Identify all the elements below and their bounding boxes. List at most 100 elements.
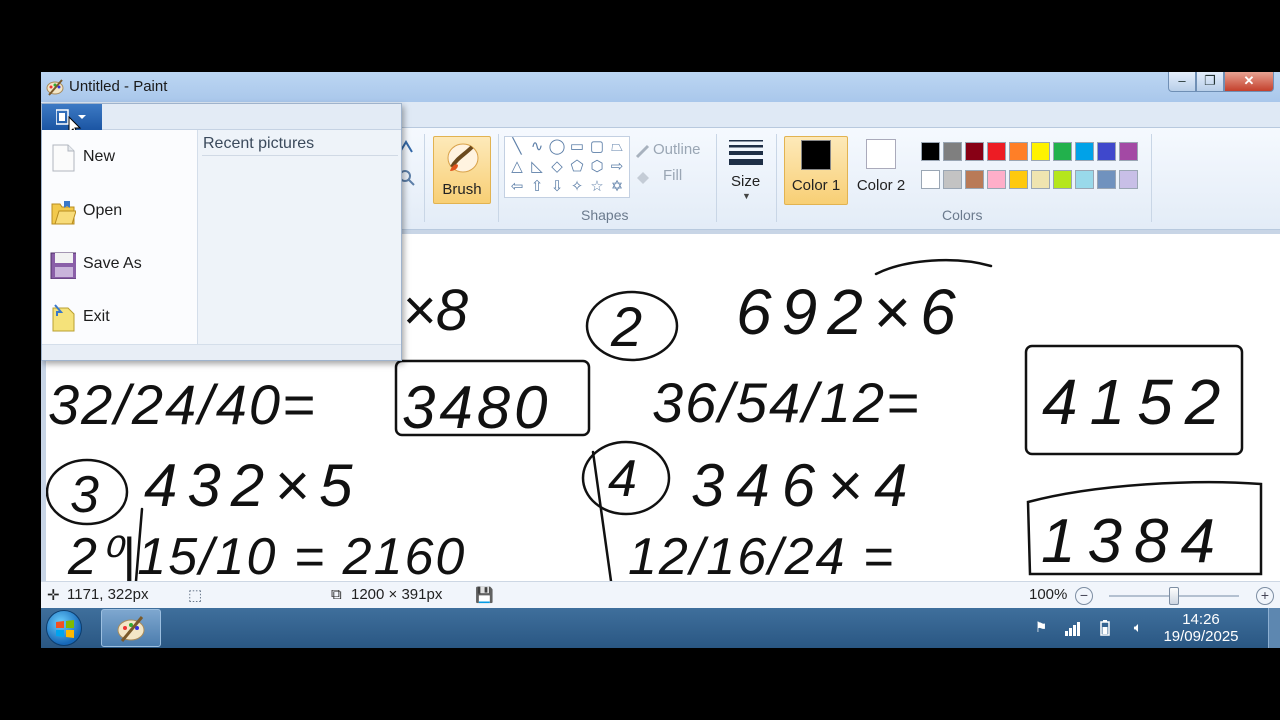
maximize-icon: ❐ (1204, 73, 1216, 88)
palette-color-swatch[interactable] (1097, 170, 1116, 189)
palette-color-swatch[interactable] (921, 170, 940, 189)
rectangle-shape-icon[interactable]: ▭ (567, 137, 587, 157)
diamond-shape-icon[interactable]: ◇ (547, 157, 567, 177)
palette-color-swatch[interactable] (1119, 142, 1138, 161)
rounded-rectangle-shape-icon[interactable]: ▢ (587, 137, 607, 157)
clock-date[interactable]: 19/09/2025 (1151, 628, 1251, 645)
action-center-flag-icon[interactable]: ⚑ (1032, 619, 1050, 637)
up-arrow-shape-icon[interactable]: ⇧ (527, 177, 547, 197)
menu-item-save-as[interactable]: Save As (42, 240, 197, 290)
color2-label: Color 2 (856, 177, 906, 194)
start-button[interactable] (46, 610, 82, 646)
size-button[interactable]: Size ▼ (724, 136, 768, 204)
recent-divider (202, 155, 398, 156)
handwriting-text: 2 (610, 295, 642, 358)
new-page-icon (52, 144, 75, 172)
right-arrow-shape-icon[interactable]: ⇨ (607, 157, 627, 177)
palette-color-swatch[interactable] (987, 142, 1006, 161)
palette-color-swatch[interactable] (1075, 142, 1094, 161)
palette-color-swatch[interactable] (1119, 170, 1138, 189)
handwriting-text: 36/54/12= (652, 371, 921, 434)
battery-icon[interactable] (1096, 619, 1114, 637)
palette-color-swatch[interactable] (965, 142, 984, 161)
handwriting-text: ×8 (402, 278, 468, 343)
palette-color-swatch[interactable] (1075, 170, 1094, 189)
handwriting-text: 2⁰|15/10 = 2160 (67, 528, 466, 581)
palette-color-swatch[interactable] (921, 142, 940, 161)
color1-label: Color 1 (791, 177, 841, 194)
image-size-icon: ⧉ (331, 586, 342, 603)
triangle-shape-icon[interactable]: △ (507, 157, 527, 177)
zoom-in-button[interactable]: + (1256, 587, 1274, 605)
taskbar-paint-button[interactable] (101, 609, 161, 647)
zoom-level: 100% (1029, 586, 1068, 603)
menu-item-exit[interactable]: Exit (42, 293, 197, 343)
palette-color-swatch[interactable] (1031, 170, 1050, 189)
pentagon-shape-icon[interactable]: ⬠ (567, 157, 587, 177)
polygon-shape-icon[interactable]: ⏢ (607, 137, 627, 157)
menu-item-new[interactable]: New (42, 133, 197, 183)
down-arrow-shape-icon[interactable]: ⇩ (547, 177, 567, 197)
exit-icon (52, 304, 75, 332)
close-button[interactable]: ✕ (1224, 72, 1274, 92)
handwriting-text: 346×4 (691, 452, 920, 519)
open-folder-icon (51, 201, 76, 225)
selection-size-icon: ⬚ (188, 587, 203, 604)
six-point-star-shape-icon[interactable]: ✡ (607, 177, 627, 197)
oval-shape-icon[interactable]: ◯ (547, 137, 567, 157)
fill-button[interactable]: Fill (663, 167, 682, 184)
menu-item-open[interactable]: Open (42, 187, 197, 237)
minimize-button[interactable]: – (1168, 72, 1196, 92)
color1-button[interactable]: Color 1 (784, 136, 848, 205)
clock-time[interactable]: 14:26 (1151, 611, 1251, 628)
curve-shape-icon[interactable]: ∿ (527, 137, 547, 157)
four-point-star-shape-icon[interactable]: ✧ (567, 177, 587, 197)
menu-item-label: Open (83, 202, 123, 219)
brush-button[interactable]: Brush (433, 136, 491, 204)
recent-pictures-panel: Recent pictures (197, 130, 401, 344)
five-point-star-shape-icon[interactable]: ☆ (587, 177, 607, 197)
size-lines-icon (729, 140, 763, 165)
handwriting-text: 32/24/40= (48, 373, 317, 436)
palette-color-swatch[interactable] (1053, 170, 1072, 189)
outline-button[interactable]: Outline (653, 141, 701, 158)
palette-color-swatch[interactable] (943, 142, 962, 161)
handwriting-text: 432×5 (144, 452, 363, 519)
color2-button[interactable]: Color 2 (852, 136, 910, 205)
title-bar[interactable]: Untitled - Paint – ❐ ✕ (41, 72, 1280, 102)
zoom-out-button[interactable]: − (1075, 587, 1093, 605)
palette-color-swatch[interactable] (1097, 142, 1116, 161)
line-shape-icon[interactable]: ╲ (507, 137, 527, 157)
palette-color-swatch[interactable] (1053, 142, 1072, 161)
palette-color-swatch[interactable] (965, 170, 984, 189)
palette-color-swatch[interactable] (987, 170, 1006, 189)
show-desktop-button[interactable] (1268, 608, 1280, 648)
palette-color-swatch[interactable] (943, 170, 962, 189)
handwriting-text: 692×6 (736, 276, 966, 348)
color2-swatch (866, 139, 896, 169)
palette-color-swatch[interactable] (1009, 170, 1028, 189)
menu-item-label: Exit (83, 308, 110, 325)
paint-app-icon (117, 616, 145, 642)
maximize-button[interactable]: ❐ (1196, 72, 1224, 92)
zoom-slider-thumb[interactable] (1169, 587, 1179, 605)
handwriting-text: 1384 (1041, 507, 1227, 576)
menu-item-label: Save As (83, 255, 142, 272)
status-bar: ✛ 1171, 322px ⬚ ⧉ 1200 × 391px 💾 100% − … (41, 581, 1280, 608)
hexagon-shape-icon[interactable]: ⬡ (587, 157, 607, 177)
volume-icon[interactable]: 🔈︎ (1129, 619, 1147, 637)
palette-color-swatch[interactable] (1009, 142, 1028, 161)
file-menu-commands: New Open Save As Exit (42, 130, 197, 344)
left-arrow-shape-icon[interactable]: ⇦ (507, 177, 527, 197)
palette-color-swatch[interactable] (1031, 142, 1050, 161)
handwriting-text: 4 (608, 450, 637, 508)
network-icon[interactable] (1064, 619, 1082, 637)
right-triangle-shape-icon[interactable]: ◺ (527, 157, 547, 177)
ribbon-separator (1151, 134, 1152, 222)
shapes-gallery[interactable]: ╲ ∿ ◯ ▭ ▢ ⏢ △ ◺ ◇ ⬠ ⬡ ⇨ ⇦ ⇧ ⇩ ✧ ☆ ✡ (504, 136, 630, 198)
window-title: Untitled - Paint (69, 78, 168, 95)
file-size-icon: 💾 (475, 587, 494, 604)
colors-group-label: Colors (942, 207, 983, 223)
cursor-position-icon: ✛ (47, 587, 60, 604)
handwriting-text: 3480 (402, 374, 551, 441)
